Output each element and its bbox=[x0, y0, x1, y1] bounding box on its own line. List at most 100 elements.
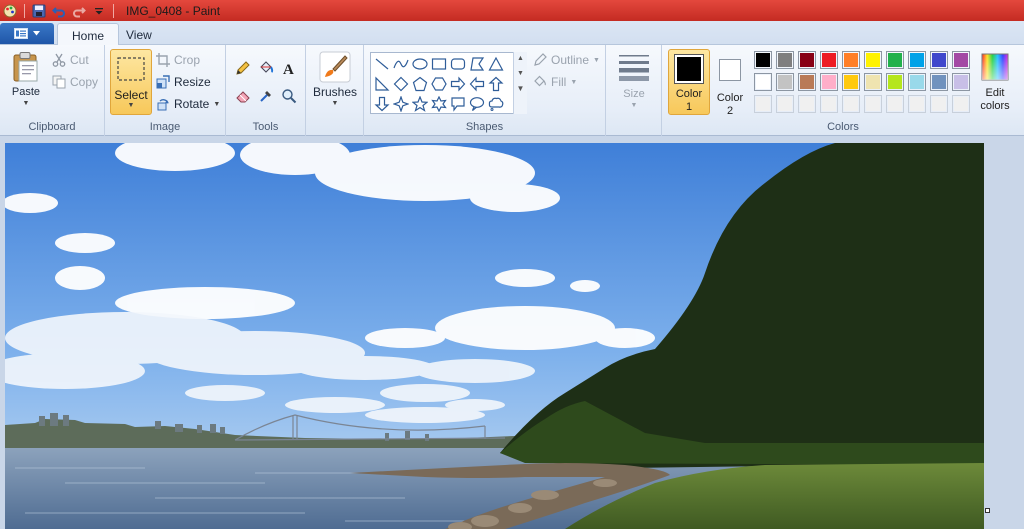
hexagon-shape-icon[interactable] bbox=[429, 74, 448, 93]
six-point-star-shape-icon[interactable] bbox=[429, 94, 448, 113]
palette-swatch[interactable] bbox=[908, 51, 926, 69]
swatch-color bbox=[800, 75, 814, 89]
size-button[interactable]: Size ▼ bbox=[615, 51, 653, 112]
tab-home[interactable]: Home bbox=[57, 23, 120, 46]
palette-swatch[interactable] bbox=[930, 51, 948, 69]
rectangle-shape-icon[interactable] bbox=[429, 54, 448, 73]
cloud-callout-shape-icon[interactable] bbox=[486, 94, 505, 113]
custom-color-slot[interactable] bbox=[864, 95, 882, 113]
arrow-left-shape-icon[interactable] bbox=[467, 74, 486, 93]
diamond-shape-icon[interactable] bbox=[391, 74, 410, 93]
palette-swatch[interactable] bbox=[798, 51, 816, 69]
swatch-color bbox=[800, 97, 814, 111]
shapes-gallery-scrollbar[interactable]: ▲ ▼ ▼ bbox=[513, 52, 527, 114]
scroll-down-icon[interactable]: ▼ bbox=[514, 70, 527, 77]
chevron-down-icon: ▼ bbox=[331, 100, 339, 107]
palette-swatch[interactable] bbox=[776, 51, 794, 69]
brushes-button[interactable]: Brushes ▼ bbox=[311, 51, 359, 110]
palette-swatch[interactable] bbox=[754, 51, 772, 69]
custom-color-slot[interactable] bbox=[952, 95, 970, 113]
palette-swatch[interactable] bbox=[864, 73, 882, 91]
palette-swatch[interactable] bbox=[886, 73, 904, 91]
palette-swatch[interactable] bbox=[908, 73, 926, 91]
arrow-up-shape-icon[interactable] bbox=[486, 74, 505, 93]
customize-toolbar-icon[interactable] bbox=[91, 3, 107, 19]
pencil-icon[interactable] bbox=[232, 57, 254, 79]
palette-swatch[interactable] bbox=[886, 51, 904, 69]
custom-color-slot[interactable] bbox=[798, 95, 816, 113]
right-triangle-shape-icon[interactable] bbox=[372, 74, 391, 93]
five-point-star-shape-icon[interactable] bbox=[410, 94, 429, 113]
gallery-expand-icon[interactable]: ▼ bbox=[514, 84, 527, 93]
redo-icon[interactable] bbox=[71, 3, 87, 19]
canvas-image[interactable] bbox=[5, 143, 984, 529]
eraser-icon[interactable] bbox=[232, 85, 254, 107]
canvas-resize-handle[interactable] bbox=[985, 508, 990, 513]
copy-button[interactable]: Copy bbox=[52, 72, 98, 92]
triangle-shape-icon[interactable] bbox=[486, 54, 505, 73]
fill-button[interactable]: Fill ▼ bbox=[533, 72, 577, 92]
tools-group: A Tools bbox=[226, 45, 306, 136]
custom-color-slot[interactable] bbox=[908, 95, 926, 113]
paint-app-icon[interactable] bbox=[2, 3, 18, 19]
palette-swatch[interactable] bbox=[952, 73, 970, 91]
color2-button[interactable]: Color 2 bbox=[710, 49, 752, 117]
palette-swatch[interactable] bbox=[798, 73, 816, 91]
palette-swatch[interactable] bbox=[952, 51, 970, 69]
curve-shape-icon[interactable] bbox=[391, 54, 410, 73]
swatch-color bbox=[756, 75, 770, 89]
arrow-right-shape-icon[interactable] bbox=[448, 74, 467, 93]
color1-button[interactable]: Color 1 bbox=[668, 49, 710, 115]
palette-swatch[interactable] bbox=[930, 73, 948, 91]
swatch-color bbox=[932, 75, 946, 89]
custom-color-slot[interactable] bbox=[886, 95, 904, 113]
palette-swatch[interactable] bbox=[776, 73, 794, 91]
text-icon[interactable]: A bbox=[278, 57, 300, 79]
line-shape-icon[interactable] bbox=[372, 54, 391, 73]
palette-swatch[interactable] bbox=[842, 51, 860, 69]
cut-button[interactable]: Cut bbox=[52, 50, 89, 70]
palette-swatch[interactable] bbox=[820, 51, 838, 69]
rotate-button[interactable]: Rotate ▼ bbox=[156, 94, 220, 114]
custom-color-slot[interactable] bbox=[930, 95, 948, 113]
paint-menu-button[interactable] bbox=[0, 23, 54, 44]
canvas-workspace[interactable] bbox=[0, 136, 1024, 529]
resize-button[interactable]: Resize bbox=[156, 72, 211, 92]
palette-swatch[interactable] bbox=[820, 73, 838, 91]
chevron-down-icon: ▼ bbox=[593, 56, 600, 64]
select-button[interactable]: Select ▼ bbox=[110, 49, 152, 115]
oval-callout-shape-icon[interactable] bbox=[467, 94, 486, 113]
rotate-label: Rotate bbox=[174, 97, 210, 111]
fill-bucket-icon[interactable] bbox=[255, 57, 277, 79]
crop-button[interactable]: Crop bbox=[156, 50, 200, 70]
outline-button[interactable]: Outline ▼ bbox=[533, 50, 600, 70]
palette-swatch[interactable] bbox=[842, 73, 860, 91]
custom-color-slot[interactable] bbox=[754, 95, 772, 113]
palette-swatch[interactable] bbox=[864, 51, 882, 69]
oval-shape-icon[interactable] bbox=[410, 54, 429, 73]
edit-colors-button[interactable]: Edit colors bbox=[972, 49, 1018, 115]
custom-color-slot[interactable] bbox=[820, 95, 838, 113]
edit-colors-label-line2: colors bbox=[980, 100, 1010, 112]
rounded-rectangle-shape-icon[interactable] bbox=[448, 54, 467, 73]
palette-swatch[interactable] bbox=[754, 73, 772, 91]
swatch-color bbox=[778, 97, 792, 111]
color2-swatch-frame bbox=[719, 59, 741, 81]
custom-color-slot[interactable] bbox=[842, 95, 860, 113]
rounded-callout-shape-icon[interactable] bbox=[448, 94, 467, 113]
magnifier-icon[interactable] bbox=[278, 85, 300, 107]
save-icon[interactable] bbox=[31, 3, 47, 19]
pentagon-shape-icon[interactable] bbox=[410, 74, 429, 93]
arrow-down-shape-icon[interactable] bbox=[372, 94, 391, 113]
paste-button[interactable]: Paste ▼ bbox=[6, 51, 46, 110]
polygon-shape-icon[interactable] bbox=[467, 54, 486, 73]
four-point-star-shape-icon[interactable] bbox=[391, 94, 410, 113]
undo-icon[interactable] bbox=[51, 3, 67, 19]
fill-bucket-icon bbox=[533, 75, 547, 89]
tab-view[interactable]: View bbox=[112, 23, 166, 46]
custom-color-slot[interactable] bbox=[776, 95, 794, 113]
color-picker-icon[interactable] bbox=[255, 85, 277, 107]
chevron-down-icon: ▼ bbox=[213, 100, 221, 108]
scroll-up-icon[interactable]: ▲ bbox=[514, 55, 527, 62]
tools-group-label: Tools bbox=[252, 121, 279, 133]
